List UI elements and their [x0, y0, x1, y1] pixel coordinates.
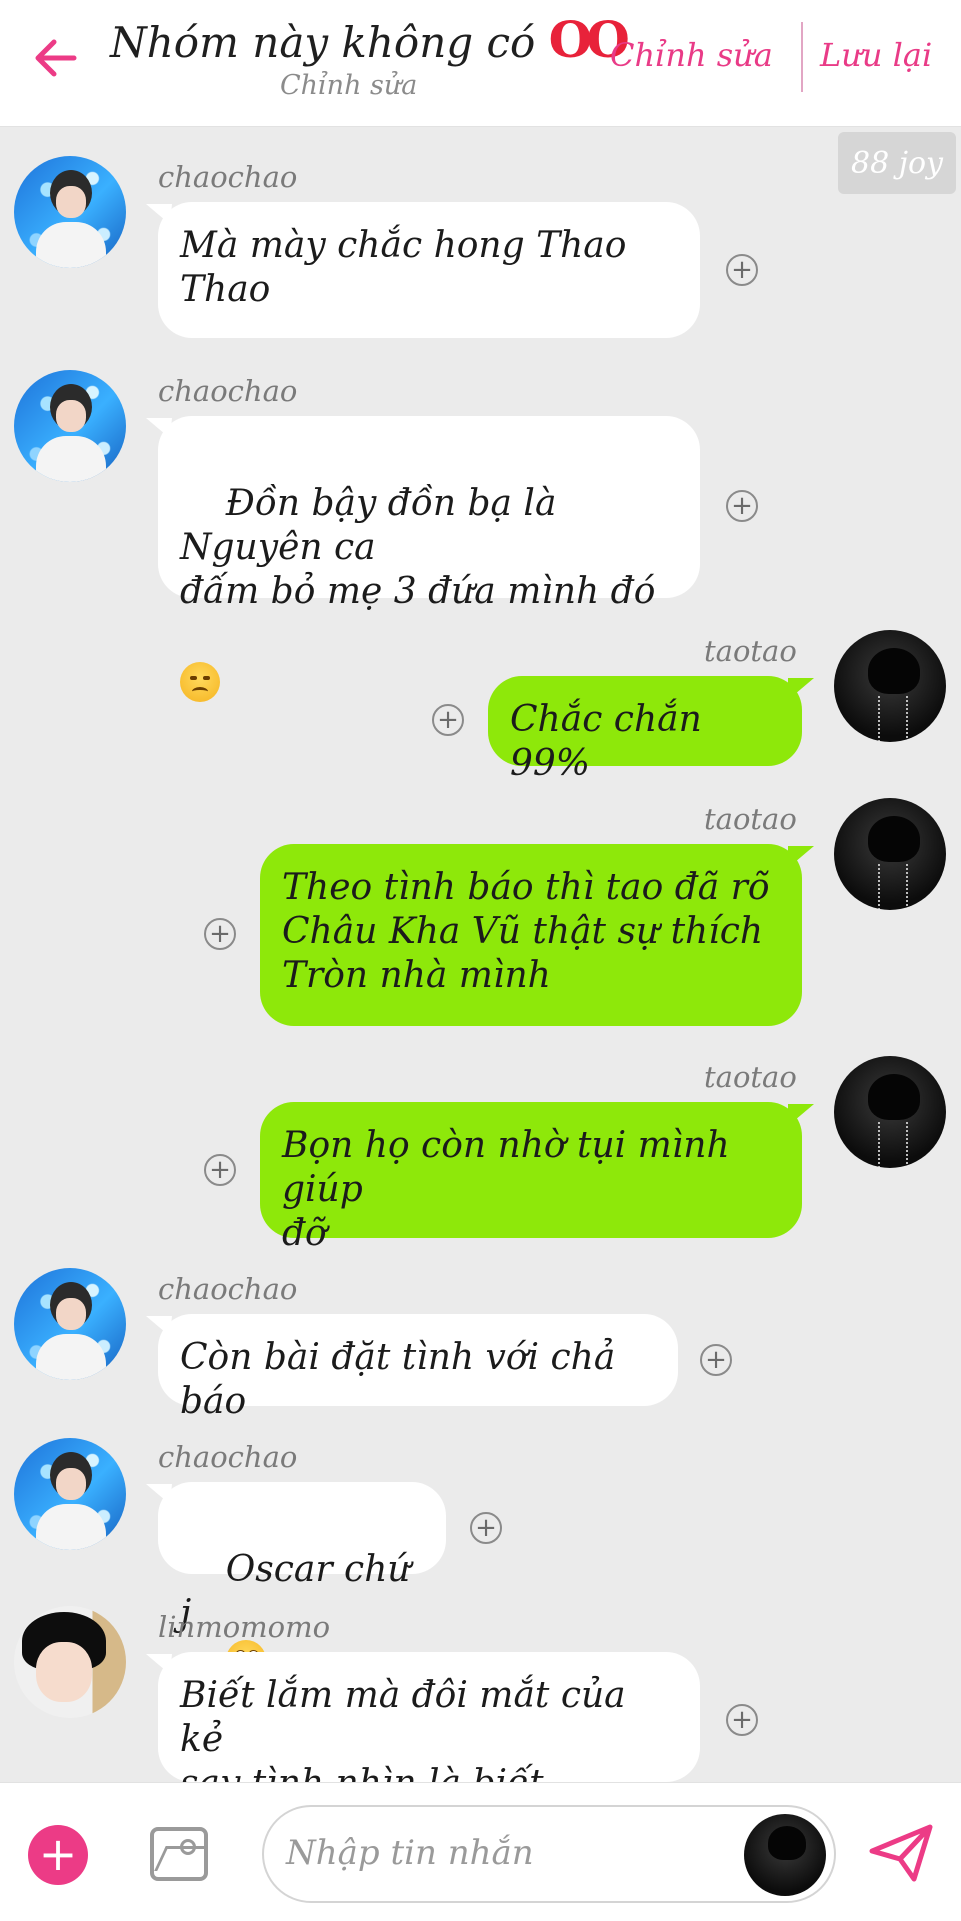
send-button[interactable] — [868, 1823, 934, 1883]
plus-icon: + — [38, 1827, 78, 1881]
sender-name: taotao — [704, 802, 797, 836]
sad-face-emoji-icon — [180, 662, 220, 702]
avatar[interactable] — [14, 1438, 126, 1550]
message-input[interactable]: Nhập tin nhắn — [262, 1805, 836, 1903]
sender-name: taotao — [704, 1060, 797, 1094]
avatar[interactable] — [14, 156, 126, 268]
message-bubble[interactable]: Oscar chứ j — [158, 1482, 446, 1680]
plus-circle-icon[interactable]: + — [204, 918, 236, 950]
message-text: Đồn bậy đồn bạ là Nguyên ca đấm bỏ mẹ 3 … — [180, 483, 656, 612]
sender-name: linmomomo — [158, 1610, 331, 1644]
message-bubble[interactable]: Còn bài đặt tình với chả báo — [158, 1314, 678, 1422]
paper-plane-icon — [869, 1824, 933, 1882]
image-button[interactable] — [150, 1827, 208, 1881]
plus-circle-icon[interactable]: + — [726, 254, 758, 286]
message-bubble[interactable]: Mà mày chắc hong Thao Thao — [158, 202, 700, 338]
chat-title-text: Nhóm này không có — [110, 18, 536, 67]
arrow-left-icon — [35, 39, 77, 77]
plus-circle-icon[interactable]: + — [470, 1512, 502, 1544]
back-button[interactable] — [28, 30, 84, 86]
plus-circle-icon[interactable]: + — [726, 1704, 758, 1736]
message-input-placeholder: Nhập tin nhắn — [286, 1833, 534, 1873]
plus-circle-icon[interactable]: + — [432, 704, 464, 736]
sender-name: chaochao — [158, 1272, 298, 1306]
edit-button[interactable]: Chỉnh sửa — [610, 36, 773, 74]
avatar[interactable] — [744, 1814, 826, 1896]
avatar[interactable] — [14, 370, 126, 482]
header-divider — [801, 22, 803, 92]
message-bubble[interactable]: Theo tình báo thì tao đã rõ Châu Kha Vũ … — [260, 844, 802, 1026]
sender-name: taotao — [704, 634, 797, 668]
avatar[interactable] — [834, 630, 946, 742]
add-button[interactable]: + — [28, 1825, 88, 1885]
message-bubble[interactable]: Đồn bậy đồn bạ là Nguyên ca đấm bỏ mẹ 3 … — [158, 416, 700, 702]
avatar[interactable] — [834, 798, 946, 910]
sender-name: chaochao — [158, 160, 298, 194]
avatar[interactable] — [14, 1268, 126, 1380]
avatar[interactable] — [834, 1056, 946, 1168]
chat-title: Nhóm này không có OO — [110, 10, 630, 69]
message-bubble[interactable]: Biết lắm mà đôi mắt của kẻ say tình nhìn… — [158, 1652, 700, 1804]
top-bar: Nhóm này không có OO Chỉnh sửa Chỉnh sửa… — [0, 0, 961, 127]
plus-circle-icon[interactable]: + — [700, 1344, 732, 1376]
sender-name: chaochao — [158, 374, 298, 408]
composer-bar: + Nhập tin nhắn — [0, 1782, 961, 1921]
message-bubble[interactable]: Chắc chắn 99% — [488, 676, 802, 784]
plus-circle-icon[interactable]: + — [204, 1154, 236, 1186]
message-bubble[interactable]: Bọn họ còn nhờ tụi mình giúp đỡ — [260, 1102, 802, 1254]
save-button[interactable]: Lưu lại — [820, 36, 932, 74]
plus-circle-icon[interactable]: + — [726, 490, 758, 522]
chat-subtitle: Chỉnh sửa — [280, 70, 418, 101]
watermark: 88 joy — [838, 132, 956, 194]
avatar[interactable] — [14, 1606, 126, 1718]
sender-name: chaochao — [158, 1440, 298, 1474]
